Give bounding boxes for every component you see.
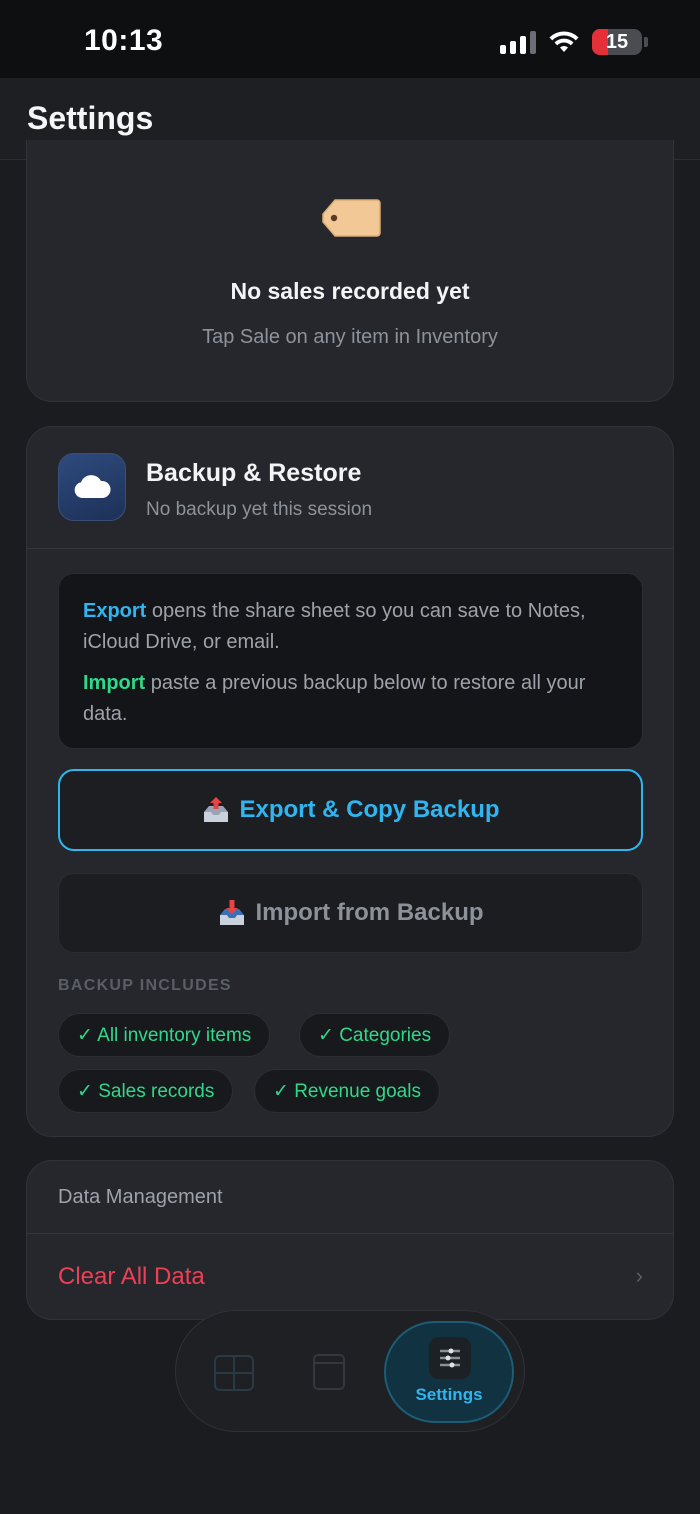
backup-header: Backup & Restore No backup yet this sess…: [27, 427, 673, 549]
backup-status: No backup yet this session: [146, 499, 373, 520]
status-bar: 10:13 15: [0, 0, 700, 78]
page-title: Settings: [27, 100, 154, 136]
cloud-icon: [58, 453, 126, 521]
import-backup-label: Import from Backup: [255, 899, 484, 926]
sales-empty-card: No sales recorded yet Tap Sale on any it…: [26, 140, 674, 402]
export-info: Export opens the share sheet so you can …: [83, 596, 618, 658]
import-backup-button[interactable]: Import from Backup: [58, 873, 643, 953]
battery-level: 15: [605, 30, 629, 53]
data-management-card: Data Management Clear All Data ›: [26, 1160, 674, 1320]
include-pill-goals: ✓ Revenue goals: [254, 1069, 440, 1113]
include-pill-inventory: ✓ All inventory items: [58, 1013, 271, 1057]
include-pill-sales: ✓ Sales records: [58, 1069, 234, 1113]
clear-all-data-row[interactable]: Clear All Data ›: [27, 1235, 673, 1321]
import-info-text: paste a previous backup below to restore…: [83, 672, 586, 725]
cellular-signal-icon: [500, 30, 536, 54]
sliders-icon: [429, 1337, 471, 1379]
battery-tip: [644, 37, 648, 47]
inbox-tray-icon: [220, 900, 245, 925]
export-backup-button[interactable]: Export & Copy Backup: [58, 769, 643, 851]
clear-all-data-label: Clear All Data: [58, 1263, 205, 1290]
sales-empty-title: No sales recorded yet: [230, 278, 470, 304]
import-info: Import paste a previous backup below to …: [83, 668, 618, 730]
data-management-header: Data Management: [27, 1161, 673, 1234]
backup-includes-label: BACKUP INCLUDES: [58, 977, 232, 994]
backup-title: Backup & Restore: [146, 459, 362, 487]
export-info-text: opens the share sheet so you can save to…: [83, 600, 586, 653]
sales-empty-subtitle: Tap Sale on any item in Inventory: [202, 326, 498, 348]
chevron-right-icon: ›: [635, 1263, 643, 1288]
backup-info-box: Export opens the share sheet so you can …: [58, 573, 643, 749]
status-icons: 15: [500, 28, 648, 56]
include-pill-categories: ✓ Categories: [299, 1013, 451, 1057]
data-management-title: Data Management: [58, 1186, 223, 1208]
status-time: 10:13: [84, 24, 164, 57]
tab-settings[interactable]: Settings: [384, 1321, 514, 1423]
price-tag-icon: [322, 199, 381, 237]
backup-restore-card: Backup & Restore No backup yet this sess…: [26, 426, 674, 1137]
wifi-icon: [549, 31, 579, 52]
export-backup-label: Export & Copy Backup: [239, 796, 500, 823]
grid-icon[interactable]: [214, 1355, 254, 1391]
import-keyword: Import: [83, 672, 146, 694]
tab-bar: Settings: [175, 1310, 525, 1432]
battery-icon: 15: [592, 29, 642, 55]
export-keyword: Export: [83, 600, 147, 622]
document-icon[interactable]: [312, 1353, 346, 1391]
tab-settings-label: Settings: [415, 1385, 483, 1404]
outbox-tray-icon: [204, 797, 229, 822]
